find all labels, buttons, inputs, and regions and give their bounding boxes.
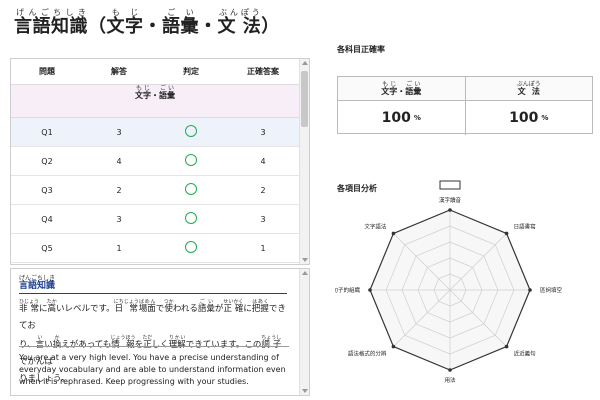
table-row[interactable]: Q3 2 2 — [11, 176, 299, 205]
correct-circle-icon — [185, 241, 197, 253]
radar-chart: 漢字讀音日語書寫區詞填空近近義句用法 語法格式的分辨 句子的組織 文字語法 — [332, 178, 595, 398]
cell-question: Q5 — [41, 243, 53, 253]
radar-axis-label: 區詞填空 — [540, 286, 563, 294]
cell-judgement — [155, 154, 227, 168]
section-sep: ・ — [151, 91, 159, 100]
cell-correct-answer: 3 — [260, 214, 266, 224]
table-row[interactable]: Q4 3 3 — [11, 205, 299, 234]
radar-axis-label: 近近義句 — [514, 350, 537, 358]
comment-scroll-up-arrow-icon[interactable] — [302, 271, 308, 275]
comment-heading-underline — [19, 293, 287, 294]
comment-jp-line-1: 非 常ひじょうに高たかいレベルです。日 常にちじょう場面ばめんで使つかわれる語彙… — [19, 299, 286, 331]
rate-subject-bunpo: 文 法ぶんぽう — [464, 77, 593, 100]
title-part: ・ — [199, 16, 218, 37]
table-row[interactable]: Q1 3 3 — [11, 118, 299, 147]
cell-answer: 3 — [116, 127, 122, 137]
rates-table: 文字・語彙もじ ごい 文 法ぶんぽう 100% 100% — [337, 76, 593, 135]
answer-table-panel: 問題 解答 判定 正確答案 文字もじ・語彙ごい Q1 3 3 Q2 4 4 Q3 2 2 Q4 3 3… — [10, 58, 310, 265]
page-title: 言語知識げんごちしき（文字もじ・語彙ごい・文 法ぶんぽう） — [14, 8, 280, 43]
section-word1: 文字もじ — [135, 85, 151, 100]
scrollbar-thumb[interactable] — [301, 71, 308, 127]
title-part: ） — [261, 16, 280, 37]
cell-answer: 1 — [116, 243, 122, 253]
cell-answer: 4 — [116, 156, 122, 166]
title-part: 文字もじ — [106, 8, 144, 37]
table-row[interactable]: Q5 1 1 — [11, 234, 299, 263]
comment-divider — [19, 346, 289, 347]
section-header-moji-goi: 文字もじ・語彙ごい — [11, 85, 299, 118]
table-scrollbar[interactable] — [299, 59, 309, 264]
rates-title: 各科目正確率 — [337, 45, 385, 54]
correct-circle-icon — [185, 154, 197, 166]
rate-value-moji-goi: 100% — [381, 110, 421, 126]
correct-circle-icon — [185, 212, 197, 224]
radar-axis-label: 漢字讀音 — [439, 196, 462, 204]
title-part: 言語知識げんごちしき — [14, 8, 88, 37]
cell-correct-answer: 4 — [260, 156, 266, 166]
section-word2: 語彙ごい — [159, 85, 175, 100]
radar-vertex-dot — [528, 288, 532, 292]
comment-scrollbar[interactable] — [299, 269, 309, 395]
header-judgement: 判定 — [183, 67, 199, 76]
cell-judgement — [155, 212, 227, 226]
cell-question: Q2 — [41, 156, 53, 166]
header-question: 問題 — [39, 67, 55, 76]
cell-judgement — [155, 183, 227, 197]
title-part: 語彙ごい — [162, 8, 199, 37]
table-header: 問題 解答 判定 正確答案 — [11, 59, 299, 85]
radar-vertex-dot — [368, 288, 372, 292]
scroll-up-arrow-icon[interactable] — [302, 61, 308, 65]
radar-vertex-dot — [391, 231, 396, 236]
cell-correct-answer: 3 — [260, 127, 266, 137]
radar-axis-label: 文字語法 — [364, 222, 387, 230]
rate-subject-moji-goi: 文字・語彙もじ ごい — [381, 80, 422, 96]
comment-english: You are at a very high level. You have a… — [19, 353, 286, 386]
radar-vertex-dot — [504, 231, 509, 236]
title-part: 文 法ぶんぽう — [217, 8, 262, 37]
cell-answer: 2 — [116, 185, 122, 195]
header-answer: 解答 — [111, 67, 127, 76]
correct-circle-icon — [185, 125, 197, 137]
cell-question: Q1 — [41, 127, 53, 137]
radar-axis-label: 用法 — [444, 376, 456, 384]
cell-question: Q4 — [41, 214, 53, 224]
comment-heading: 言語知識げんごちしき — [19, 275, 56, 291]
cell-question: Q3 — [41, 185, 53, 195]
cell-correct-answer: 2 — [260, 185, 266, 195]
cell-judgement — [155, 125, 227, 139]
radar-vertex-dot — [391, 344, 396, 349]
correct-circle-icon — [185, 183, 197, 195]
title-part: （ — [88, 16, 107, 37]
title-part: ・ — [143, 16, 162, 37]
cell-answer: 3 — [116, 214, 122, 224]
cell-correct-answer: 1 — [260, 243, 266, 253]
radar-axis-label: 語法格式的分辨 — [348, 350, 387, 358]
rate-value-bunpo: 100% — [464, 101, 593, 135]
radar-vertex-dot — [448, 208, 452, 212]
comment-scroll-down-arrow-icon[interactable] — [302, 389, 308, 393]
legend-box — [439, 180, 461, 190]
radar-axis-label: 日語書寫 — [514, 222, 537, 230]
table-row[interactable]: Q2 4 4 — [11, 147, 299, 176]
scroll-down-arrow-icon[interactable] — [302, 258, 308, 262]
radar-vertex-dot — [504, 344, 509, 349]
radar-chart-svg: 漢字讀音日語書寫區詞填空近近義句用法 語法格式的分辨 句子的組織 文字語法 — [332, 180, 563, 384]
radar-axis-label: 句子的組織 — [335, 286, 360, 294]
header-correct-answer: 正確答案 — [247, 67, 279, 76]
radar-vertex-dot — [448, 368, 452, 372]
cell-judgement — [155, 241, 227, 255]
comment-panel: 言語知識げんごちしき 非 常ひじょうに高たかいレベルです。日 常にちじょう場面ば… — [10, 268, 310, 396]
